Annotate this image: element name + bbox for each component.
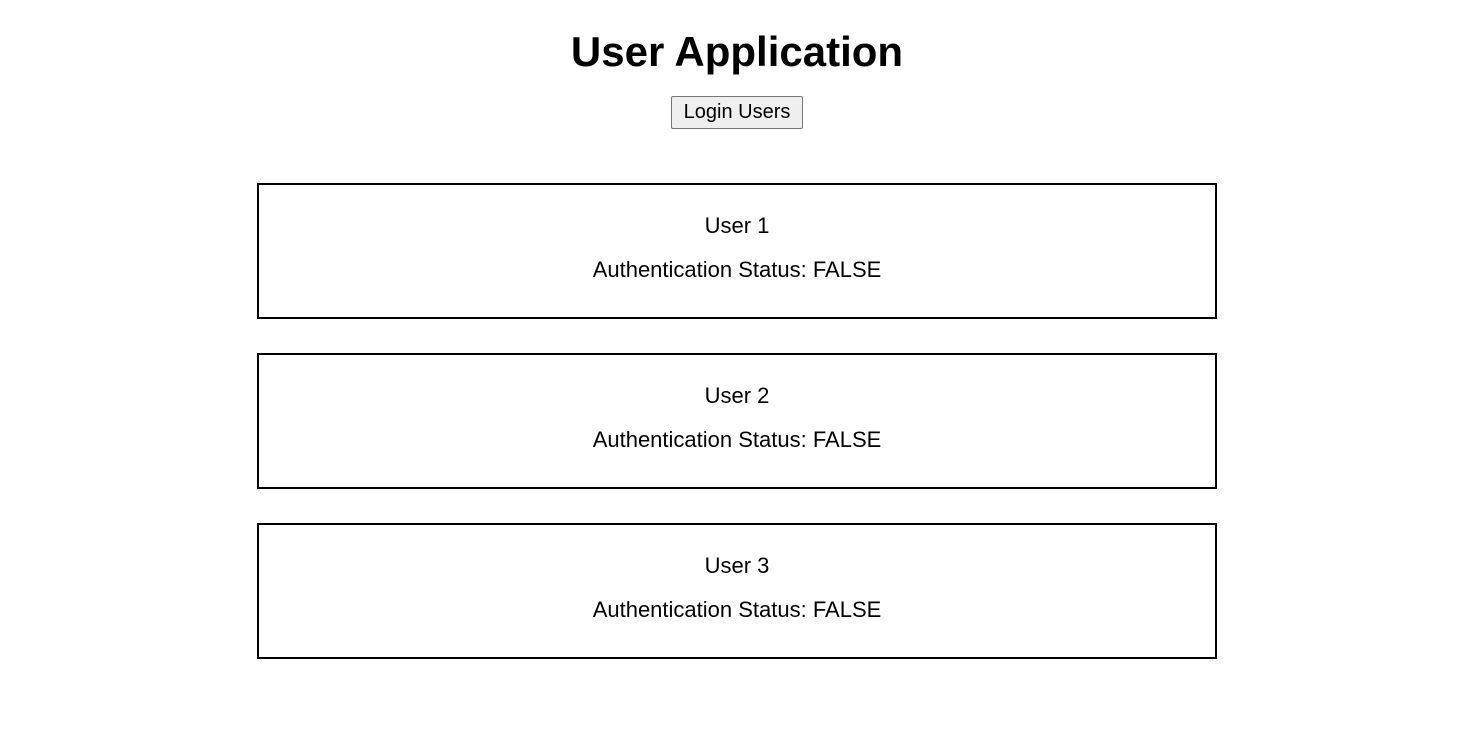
user-card: User 3 Authentication Status: FALSE	[257, 523, 1217, 659]
login-users-button[interactable]: Login Users	[671, 96, 804, 129]
user-name: User 3	[259, 553, 1215, 579]
user-auth-status: Authentication Status: FALSE	[259, 427, 1215, 453]
user-auth-status: Authentication Status: FALSE	[259, 597, 1215, 623]
user-name: User 1	[259, 213, 1215, 239]
user-card: User 1 Authentication Status: FALSE	[257, 183, 1217, 319]
user-auth-status: Authentication Status: FALSE	[259, 257, 1215, 283]
user-name: User 2	[259, 383, 1215, 409]
page-title: User Application	[0, 28, 1474, 76]
user-card: User 2 Authentication Status: FALSE	[257, 353, 1217, 489]
